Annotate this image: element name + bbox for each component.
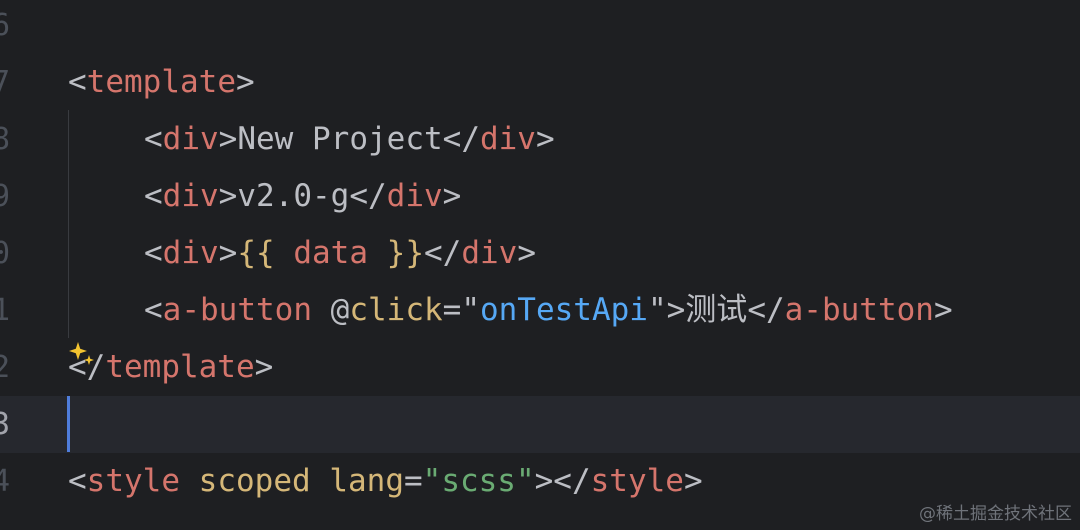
token-attr: =" — [442, 292, 480, 328]
token-bracket: </ — [423, 235, 462, 271]
line-code: <div>v2.0-g</div> — [68, 168, 461, 225]
token-text: v2.0-g — [237, 178, 350, 214]
token-tag: div — [461, 235, 518, 271]
code-line[interactable]: 1 <a-button @click="onTestApi">测试</a-butt… — [0, 282, 1080, 339]
token-bracket: </ — [442, 121, 480, 157]
token-bracket: > — [683, 463, 703, 499]
line-number: 9 — [0, 179, 11, 214]
token-attr: " — [647, 292, 667, 328]
token-text: New Project — [237, 121, 443, 157]
code-line[interactable]: 6 — [0, 0, 1080, 54]
token-bracket: > — [666, 292, 686, 328]
line-code: <div>New Project</div> — [68, 111, 555, 168]
line-number: 7 — [0, 65, 11, 100]
token-bracket: > — [517, 235, 536, 271]
code-line[interactable]: 8 <div>New Project</div> — [0, 111, 1080, 168]
token-bracket: > — [254, 349, 274, 385]
code-line[interactable]: 3 — [0, 396, 1080, 453]
token-tag: style — [86, 463, 180, 499]
token-bracket: > — [535, 121, 555, 157]
token-tag: div — [386, 178, 443, 214]
token-bracket: < — [144, 292, 163, 328]
line-code: </template> — [68, 339, 273, 396]
line-number: 1 — [0, 293, 11, 328]
token-bracket: </ — [747, 292, 785, 328]
token-tag: div — [162, 121, 219, 157]
token-tag: div — [162, 235, 219, 271]
token-tag: template — [105, 349, 255, 385]
token-bracket: > — [218, 235, 238, 271]
code-editor[interactable]: 6 7 <template> 8 <div>New Project</div> 9 <div… — [0, 0, 1080, 530]
line-number: 6 — [0, 8, 11, 43]
token-bracket: > — [218, 121, 238, 157]
code-line[interactable]: 9 <div>v2.0-g</div> — [0, 168, 1080, 225]
token-expr: data — [274, 235, 387, 271]
token-attr-key: scoped — [198, 463, 311, 499]
code-line[interactable]: 2 </template> — [0, 339, 1080, 396]
token-bracket: > — [442, 178, 462, 214]
sparkle-icon[interactable] — [67, 340, 97, 370]
token-mustache: {{ — [237, 235, 275, 271]
watermark: @稀土掘金技术社区 — [919, 504, 1072, 524]
line-number: 3 — [0, 407, 11, 442]
token-bracket: ></ — [534, 463, 591, 499]
code-line[interactable]: 7 <template> — [0, 54, 1080, 111]
token-bracket: < — [144, 121, 163, 157]
line-number: 4 — [0, 464, 11, 499]
token-mustache: }} — [386, 235, 424, 271]
token-string: "scss" — [422, 463, 535, 499]
line-number: 0 — [0, 236, 11, 271]
token-bracket: < — [144, 235, 163, 271]
token-bracket: < — [144, 178, 163, 214]
line-number: 8 — [0, 122, 11, 157]
text-caret — [67, 396, 70, 452]
token-string-js: onTestApi — [479, 292, 648, 328]
token-attr-key: lang — [329, 463, 404, 499]
token-tag: a-button — [784, 292, 934, 328]
token-bracket: </ — [349, 178, 387, 214]
token-attr: @ — [330, 292, 350, 328]
token-tag: div — [162, 178, 219, 214]
code-line[interactable]: 4 <style scoped lang="scss"></style> — [0, 453, 1080, 510]
token-tag: div — [479, 121, 536, 157]
token-bracket: > — [933, 292, 953, 328]
line-number: 2 — [0, 350, 11, 385]
line-code: <div>{{ data }}</div> — [68, 225, 536, 282]
token-bracket: > — [218, 178, 238, 214]
token-tag: style — [590, 463, 684, 499]
token-attr-key: click — [349, 292, 443, 328]
line-code: <style scoped lang="scss"></style> — [68, 453, 703, 510]
token-text: 测试 — [685, 292, 748, 328]
code-line[interactable]: 0 <div>{{ data }}</div> — [0, 225, 1080, 282]
token-bracket: < — [68, 463, 87, 499]
token-tag: template — [86, 64, 236, 100]
token-tag: a-button — [162, 292, 312, 328]
token-bracket: > — [235, 64, 255, 100]
token-bracket: < — [68, 64, 87, 100]
token-attr: = — [403, 463, 423, 499]
line-code: <template> — [68, 54, 255, 111]
line-code: <a-button @click="onTestApi">测试</a-butto… — [68, 282, 953, 339]
